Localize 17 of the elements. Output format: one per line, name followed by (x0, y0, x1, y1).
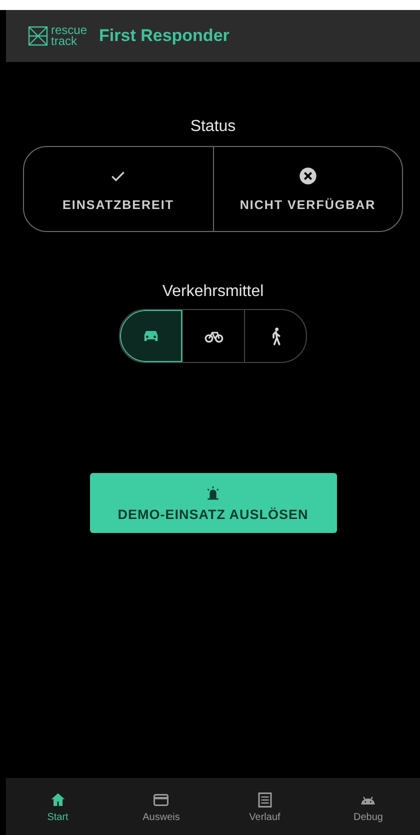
status-option[interactable]: NICHT VERFÜGBAR (212, 147, 402, 231)
nav-item[interactable]: Debug (316, 778, 420, 835)
siren-icon (205, 484, 221, 500)
section-title: Verkehrsmittel (162, 283, 264, 301)
transport-option[interactable] (120, 310, 182, 362)
section-title: Status (190, 118, 236, 136)
status-option[interactable]: EINSATZBEREIT (24, 147, 212, 231)
list-icon (256, 790, 274, 808)
cancel-icon (298, 166, 318, 186)
logo-text: rescue track (51, 25, 88, 47)
logo-icon (28, 26, 48, 46)
nav-item[interactable]: Start (6, 778, 110, 835)
home-icon (48, 790, 67, 808)
demo-button[interactable]: DEMO-EINSATZ AUSLÖSEN (90, 473, 336, 533)
nav-item[interactable]: Ausweis (110, 778, 213, 835)
app-title: First Responder (99, 26, 230, 46)
nav-item[interactable]: Verlauf (213, 778, 316, 835)
